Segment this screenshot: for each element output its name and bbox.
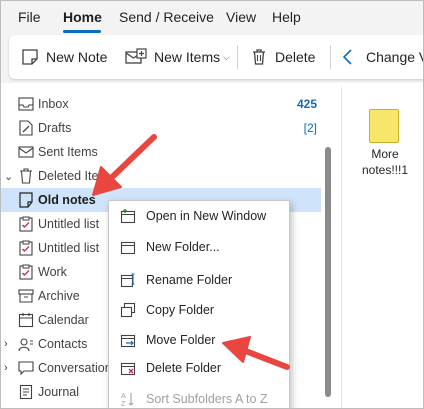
annotation-arrow-icon [222,336,290,370]
outlook-window: File Home Send / Receive View Help New N… [0,0,424,409]
